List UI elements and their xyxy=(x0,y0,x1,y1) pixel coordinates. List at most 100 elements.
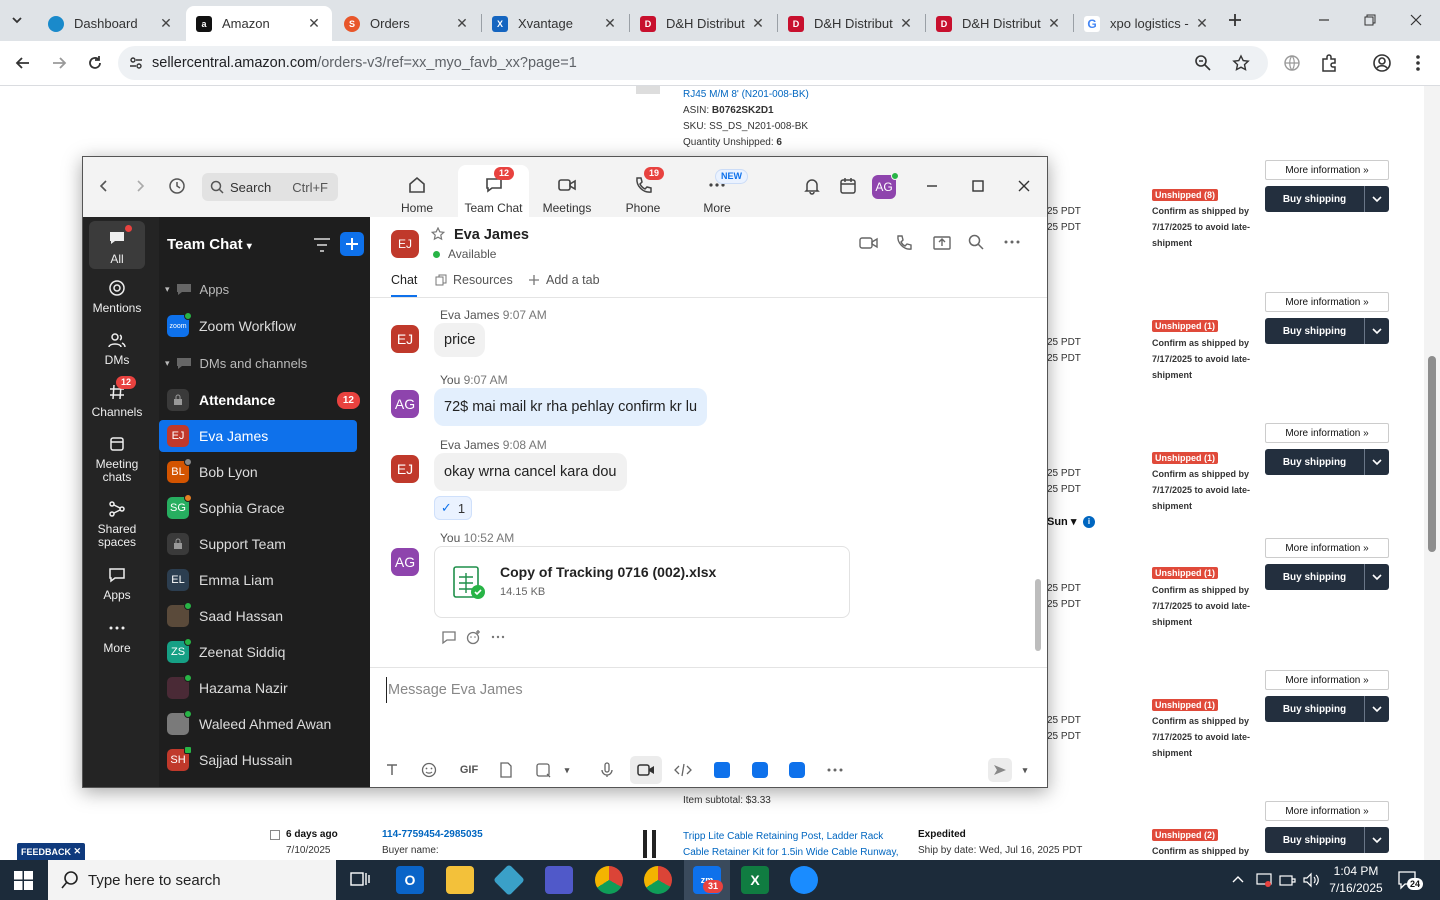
tab-add[interactable]: Add a tab xyxy=(528,273,600,287)
browser-menu-icon[interactable] xyxy=(1407,52,1429,74)
browser-tab-xvantage[interactable]: X Xvantage ✕ xyxy=(482,6,628,41)
favorite-star-icon[interactable] xyxy=(431,227,445,241)
video-call-icon[interactable] xyxy=(859,234,879,252)
rail-more[interactable]: More xyxy=(89,619,145,655)
product-title-link[interactable]: RJ45 M/M 8' (N201-008-BK) xyxy=(683,89,809,100)
page-scrollbar[interactable] xyxy=(1424,86,1440,860)
section-header-apps[interactable]: ▾ Apps xyxy=(165,282,229,297)
xvantage-app-icon[interactable] xyxy=(493,864,525,896)
zoom-search-input[interactable]: Search Ctrl+F xyxy=(202,173,338,201)
browser-tab-dh-1[interactable]: D D&H Distribut ✕ xyxy=(630,6,776,41)
reaction-chip[interactable]: ✓ 1 xyxy=(434,496,472,520)
notifications-bell-icon[interactable] xyxy=(803,177,821,195)
new-chat-button[interactable] xyxy=(340,232,364,256)
new-tab-icon[interactable] xyxy=(1226,11,1244,29)
address-bar[interactable]: sellercentral.amazon.com/orders-v3/ref=x… xyxy=(118,46,1268,80)
show-hidden-icons-icon[interactable] xyxy=(1231,874,1245,884)
sidebar-item-zeenat-siddiq[interactable]: ZS Zeenat Siddiq xyxy=(159,636,370,668)
sidebar-item-attendance[interactable]: Attendance 12 xyxy=(159,384,370,416)
calendar-icon[interactable] xyxy=(839,177,857,195)
minimize-window-icon[interactable] xyxy=(925,179,939,193)
rail-dms[interactable]: DMs xyxy=(89,331,145,367)
app-icon[interactable] xyxy=(711,760,733,780)
network-status-icon[interactable] xyxy=(1256,872,1272,888)
close-tab-icon[interactable]: ✕ xyxy=(1046,15,1062,32)
chevron-down-icon[interactable] xyxy=(1365,564,1389,590)
sidebar-item-bob-lyon[interactable]: BL Bob Lyon xyxy=(159,456,370,488)
browser-tab-orders[interactable]: S Orders ✕ xyxy=(334,6,480,41)
browser-tab-dashboard[interactable]: Dashboard ✕ xyxy=(38,6,184,41)
more-information-button[interactable]: More information » xyxy=(1265,160,1389,180)
rail-shared-spaces[interactable]: Shared spaces xyxy=(89,500,145,549)
rail-channels[interactable]: 12 Channels xyxy=(89,376,145,419)
chevron-down-icon[interactable] xyxy=(1365,449,1389,475)
file-explorer-icon[interactable] xyxy=(446,866,474,894)
sidebar-item-emma-liam[interactable]: EL Emma Liam xyxy=(159,564,370,596)
filter-icon[interactable] xyxy=(313,237,331,253)
volume-icon[interactable] xyxy=(1302,872,1320,888)
text-format-icon[interactable] xyxy=(381,760,403,780)
attach-file-icon[interactable] xyxy=(495,760,517,780)
rail-apps[interactable]: Apps xyxy=(89,566,145,602)
buy-shipping-button[interactable]: Buy shipping xyxy=(1265,827,1389,853)
clock[interactable]: 1:04 PM 7/16/2025 xyxy=(1325,863,1387,897)
send-icon[interactable] xyxy=(988,758,1012,782)
browser-tab-dh-2[interactable]: D D&H Distribut ✕ xyxy=(778,6,924,41)
zoom-nav-phone[interactable]: Phone 19 xyxy=(621,165,665,217)
forward-icon[interactable] xyxy=(48,52,70,74)
close-window-icon[interactable] xyxy=(1408,12,1424,28)
minimize-window-icon[interactable] xyxy=(1316,12,1332,28)
file-attachment-card[interactable]: Copy of Tracking 0716 (002).xlsx 14.15 K… xyxy=(434,546,850,618)
avatar[interactable]: EJ xyxy=(391,455,419,483)
forward-icon[interactable] xyxy=(133,179,147,193)
gif-icon[interactable]: GIF xyxy=(456,760,482,780)
wifi-icon[interactable] xyxy=(1279,872,1297,888)
more-information-button[interactable]: More information » xyxy=(1265,670,1389,690)
avatar[interactable]: EJ xyxy=(391,325,419,353)
app-icon[interactable] xyxy=(786,760,808,780)
teams-icon[interactable] xyxy=(545,866,573,894)
app-bubble-icon[interactable] xyxy=(790,866,818,894)
emoji-icon[interactable] xyxy=(418,760,440,780)
close-tab-icon[interactable]: ✕ xyxy=(602,15,618,32)
extensions-icon[interactable] xyxy=(1318,52,1340,74)
zoom-app-icon[interactable]: zm31 xyxy=(693,866,724,894)
order-id-link[interactable]: 114-7759454-2985035 xyxy=(382,829,483,840)
tab-chat[interactable]: Chat xyxy=(391,273,418,297)
composer-more-icon[interactable] xyxy=(824,760,846,780)
app-icon[interactable] xyxy=(749,760,771,780)
row-checkbox[interactable] xyxy=(270,830,280,840)
sidebar-item-zoom-workflow[interactable]: zoom Zoom Workflow xyxy=(159,310,370,342)
sidebar-item-sajjad-hussain[interactable]: SH Sajjad Hussain xyxy=(159,744,370,776)
sidebar-item-eva-james[interactable]: EJ Eva James xyxy=(159,420,357,452)
tab-list-chevron-icon[interactable] xyxy=(10,13,24,27)
tab-resources[interactable]: Resources xyxy=(435,273,513,287)
close-window-icon[interactable] xyxy=(1017,179,1031,193)
buy-shipping-button[interactable]: Buy shipping xyxy=(1265,186,1389,212)
scrollbar-thumb[interactable] xyxy=(1428,356,1436,552)
chat-scrollbar[interactable] xyxy=(1035,579,1041,651)
profile-avatar[interactable]: AG xyxy=(872,172,899,199)
contact-name[interactable]: Eva James xyxy=(454,227,529,243)
back-icon[interactable] xyxy=(12,52,34,74)
product-title-link[interactable]: Tripp Lite Cable Retaining Post, Ladder … xyxy=(683,829,911,860)
sidebar-item-sophia-grace[interactable]: SG Sophia Grace xyxy=(159,492,370,524)
history-icon[interactable] xyxy=(168,177,186,195)
browser-tab-amazon[interactable]: a Amazon ✕ xyxy=(186,6,332,41)
buy-shipping-button[interactable]: Buy shipping xyxy=(1265,564,1389,590)
feedback-button[interactable]: FEEDBACK ✕ xyxy=(17,843,85,860)
chrome-icon[interactable] xyxy=(595,866,623,894)
translate-icon[interactable] xyxy=(1281,52,1303,74)
zoom-nav-meetings[interactable]: Meetings xyxy=(539,165,595,217)
rail-all[interactable]: All xyxy=(89,221,145,269)
notifications-icon[interactable]: 24 xyxy=(1397,870,1424,890)
phone-call-icon[interactable] xyxy=(895,234,913,252)
outlook-icon[interactable]: O xyxy=(396,866,424,894)
chevron-down-icon[interactable] xyxy=(1365,827,1389,853)
bookmark-star-icon[interactable] xyxy=(1232,54,1250,72)
close-tab-icon[interactable]: ✕ xyxy=(898,15,914,32)
microphone-icon[interactable] xyxy=(596,760,618,780)
rail-mentions[interactable]: Mentions xyxy=(89,279,145,315)
close-tab-icon[interactable]: ✕ xyxy=(750,15,766,32)
day-dropdown[interactable]: Sun ▾ xyxy=(1047,515,1076,528)
